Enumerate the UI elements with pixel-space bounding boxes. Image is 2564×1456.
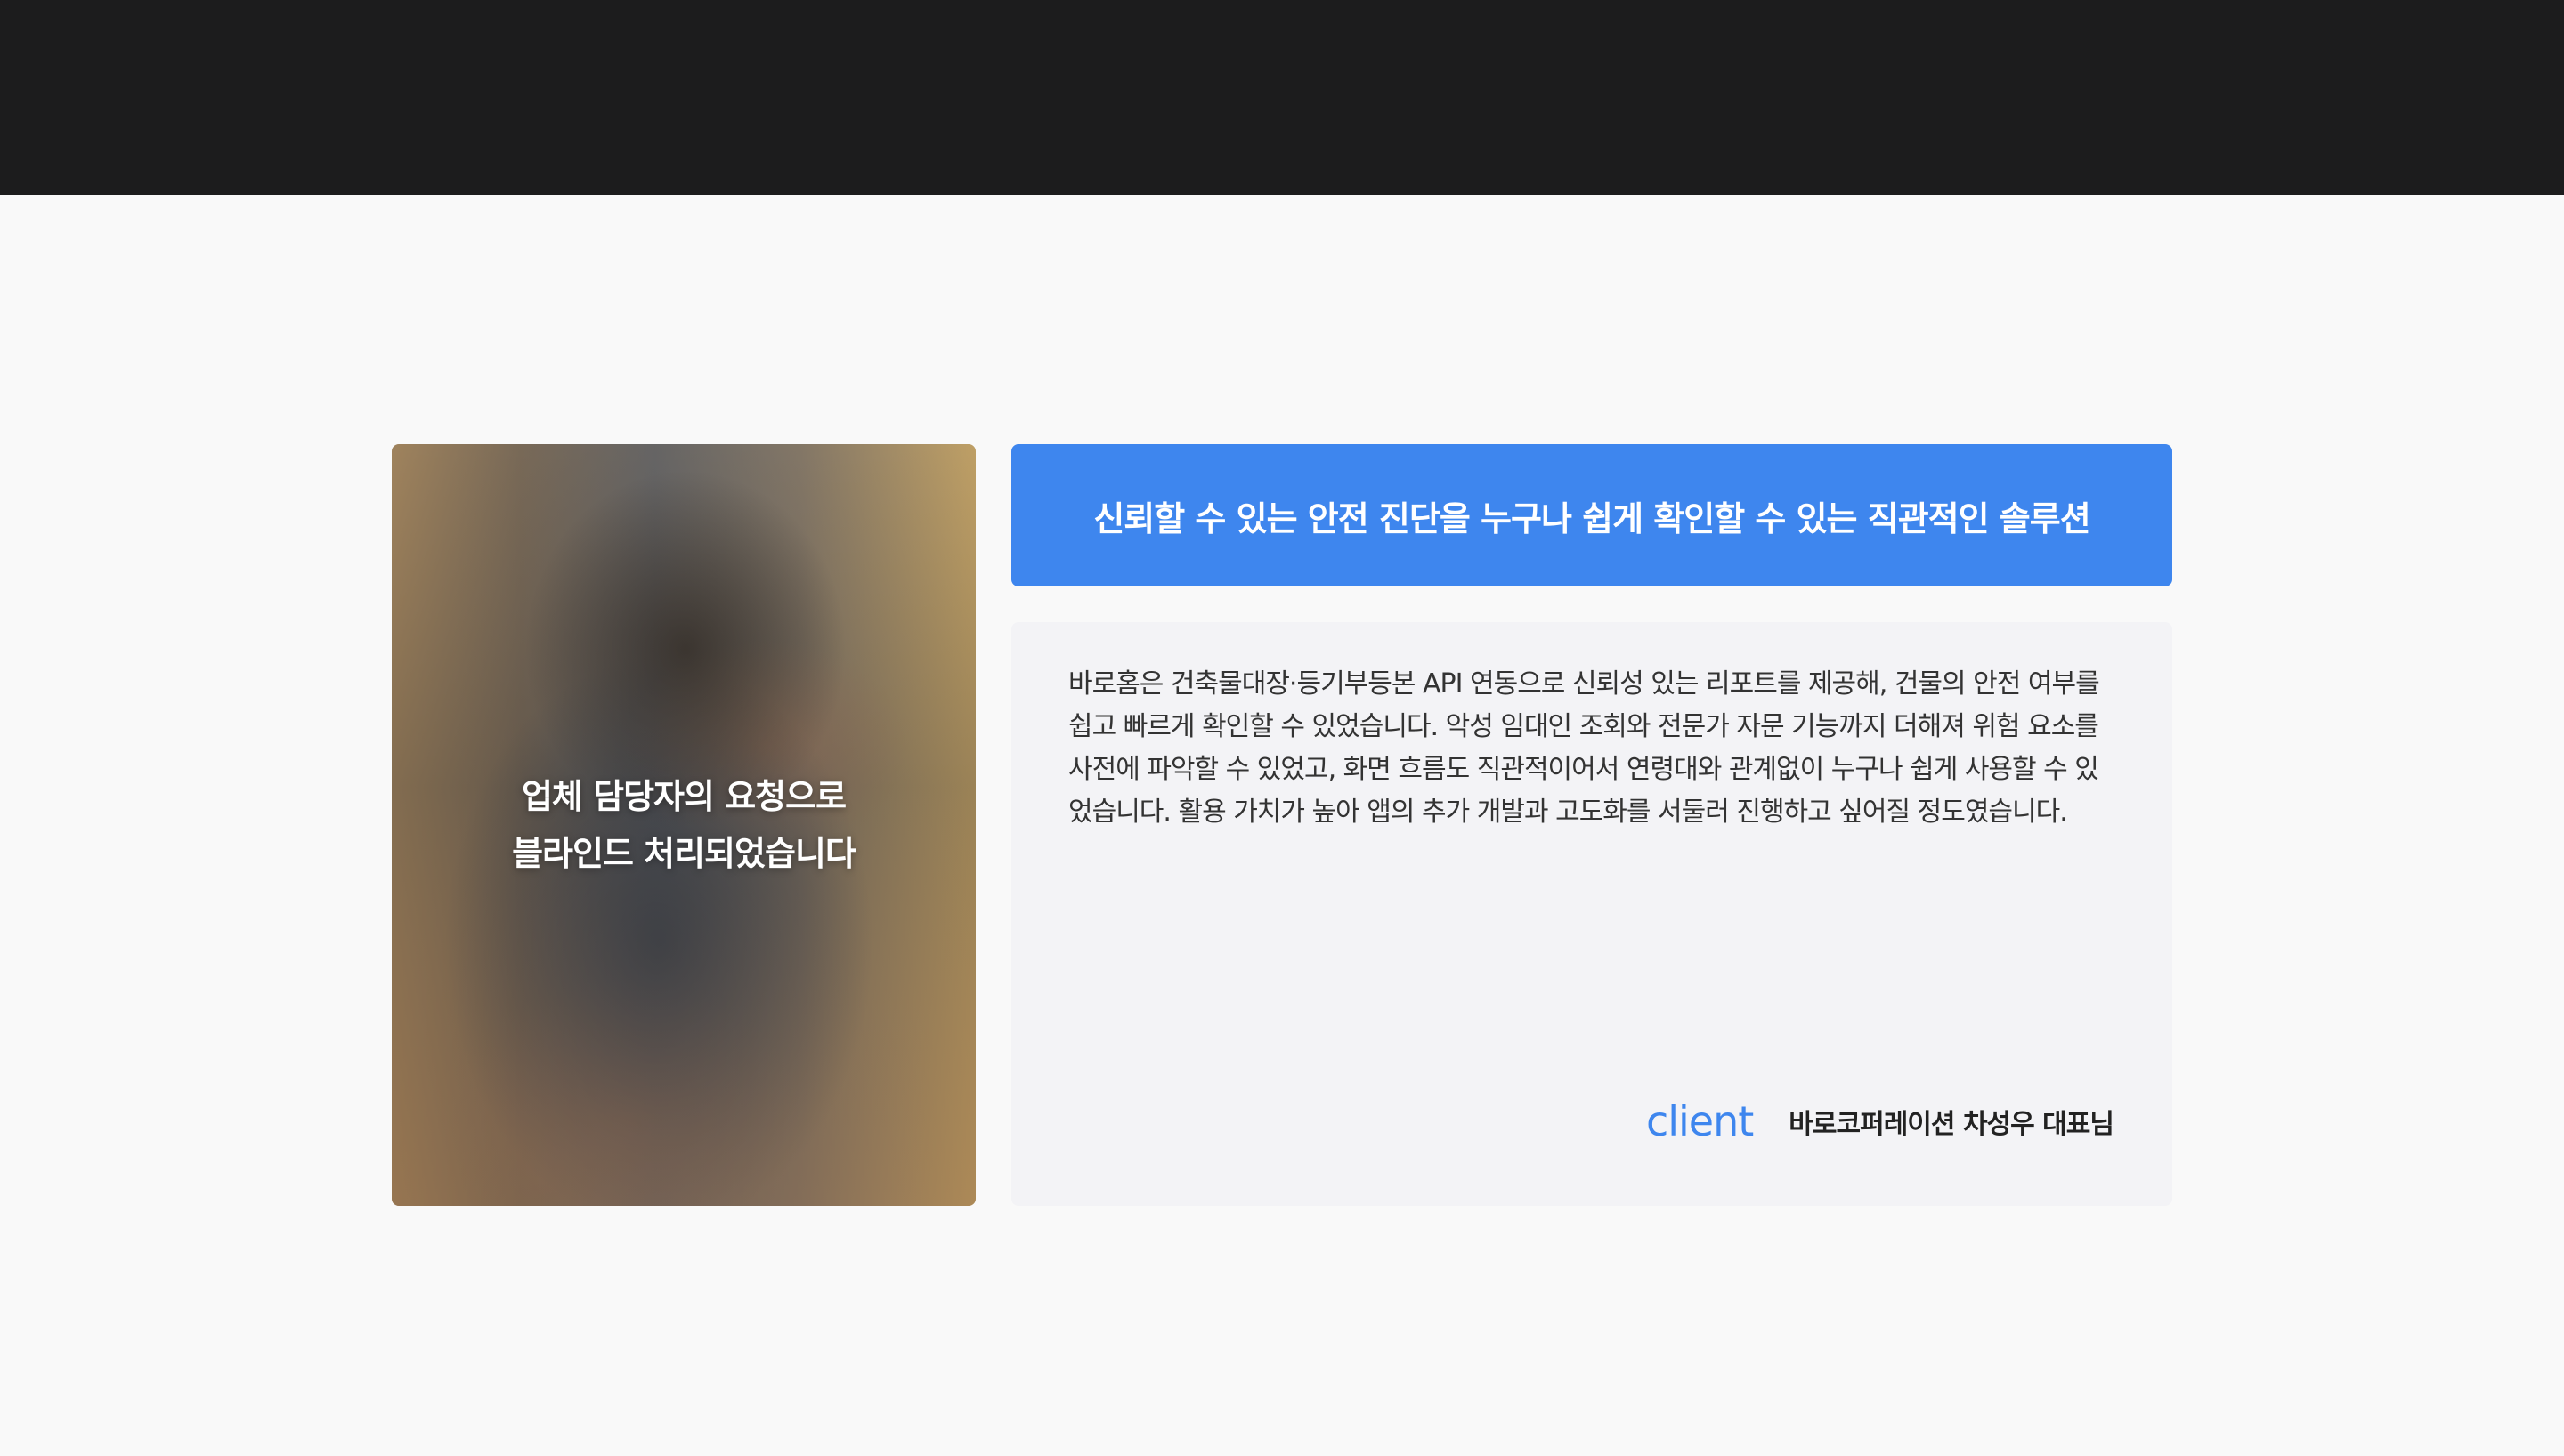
blind-notice-line-1: 업체 담당자의 요청으로 [521,777,847,816]
client-label: client [1645,1097,1754,1145]
blind-notice-line-2: 블라인드 처리되었습니다 [512,834,856,873]
review-card: 바로홈은 건축물대장·등기부등본 API 연동으로 신뢰성 있는 리포트를 제공… [1011,622,2172,1206]
client-photo-blurred: 업체 담당자의 요청으로 블라인드 처리되었습니다 [392,444,976,1206]
review-body: 바로홈은 건축물대장·등기부등본 API 연동으로 신뢰성 있는 리포트를 제공… [1068,668,2100,828]
client-name: 바로코퍼레이션 차성우 대표님 [1789,1109,2114,1140]
blind-notice: 업체 담당자의 요청으로 블라인드 처리되었습니다 [392,444,976,1206]
top-header-bar [0,0,2564,195]
testimonial-headline: 신뢰할 수 있는 안전 진단을 누구나 쉽게 확인할 수 있는 직관적인 솔루션 [1011,444,2172,586]
client-attribution: client 바로코퍼레이션 차성우 대표님 [1646,1097,2114,1145]
headline-text: 신뢰할 수 있는 안전 진단을 누구나 쉽게 확인할 수 있는 직관적인 솔루션 [1093,498,2090,538]
